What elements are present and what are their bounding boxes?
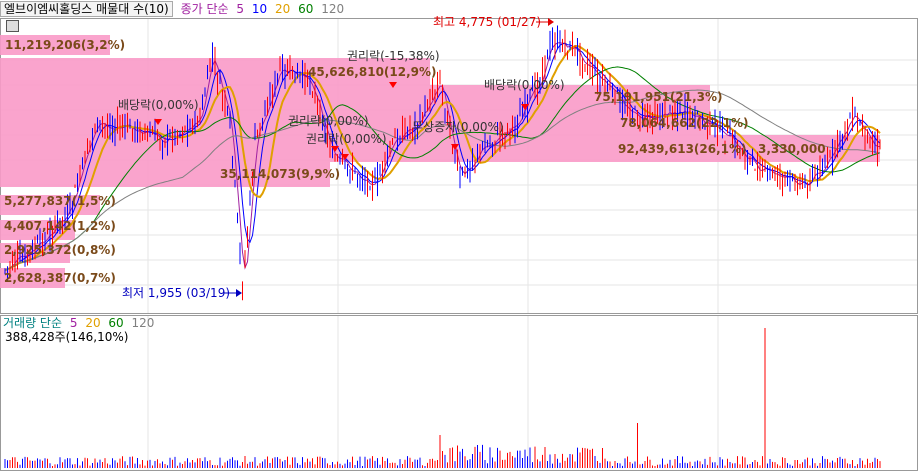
ma-period-60[interactable]: 60 [298, 2, 313, 16]
high-price-label: 최고 4,775 (01/27) [433, 15, 541, 29]
ma-period-120[interactable]: 120 [321, 2, 344, 16]
volume-header: 거래량 단순 5 20 60 120 [3, 316, 158, 331]
volume-profile-label: 11,219,206(3,2%) [5, 38, 125, 52]
vol-period-60[interactable]: 60 [108, 316, 123, 330]
price-header: 엘브이엠씨홀딩스 매물대 수(10) 종가 단순 5 10 20 60 120 [0, 1, 348, 18]
ma-period-10[interactable]: 10 [252, 2, 267, 16]
vol-period-120[interactable]: 120 [132, 316, 155, 330]
vol-period-20[interactable]: 20 [85, 316, 100, 330]
volume-panel-frame [0, 315, 918, 471]
high-arrow-icon [548, 18, 554, 26]
volume-profile-label: 35,114,073(9,9%) [220, 167, 340, 181]
low-arrow-icon [236, 289, 242, 297]
current-price-label: 3,330,000 [758, 142, 826, 156]
event-label: 권리락(0,00%) [288, 114, 369, 128]
volume-profile-label: 45,626,810(12,9%) [308, 65, 437, 79]
volume-profile-label: 75,191,951(21,3%) [594, 90, 723, 104]
event-label: 권리락(0,00%) [306, 132, 387, 146]
volume-bars [4, 328, 881, 468]
volume-profile-label: 92,439,613(26,1%) [618, 142, 747, 156]
volume-profile-label: 2,925,372(0,8%) [4, 243, 116, 257]
volume-profile-label: 78,064,662(22,1%) [620, 116, 749, 130]
ma-period-5[interactable]: 5 [236, 2, 244, 16]
event-label: 배당락(0,00%) [118, 98, 199, 112]
volume-label: 거래량 단순 [3, 316, 63, 330]
volume-current: 388,428주(146,10%) [5, 330, 129, 344]
volume-profile-label: 2,628,387(0,7%) [4, 271, 116, 285]
grid-icon[interactable] [6, 20, 19, 32]
ma-label: 종가 단순 [180, 2, 229, 16]
stock-selector[interactable]: 엘브이엠씨홀딩스 매물대 수(10) [0, 1, 173, 17]
vol-period-5[interactable]: 5 [70, 316, 78, 330]
event-label: 무상증자(0,00%) [412, 120, 504, 134]
stock-chart: 11,219,206(3,2%) 45,626,810(12,9%) 75,191,… [0, 15, 918, 471]
event-label: 권리락(-15,38%) [347, 49, 440, 63]
event-label: 배당락(0,00%) [484, 78, 565, 92]
volume-profile-label: 4,407,142(1,2%) [4, 219, 116, 233]
ma-period-20[interactable]: 20 [275, 2, 290, 16]
low-price-label: 최저 1,955 (03/19) [122, 286, 230, 300]
volume-profile-label: 5,277,837(1,5%) [4, 194, 116, 208]
